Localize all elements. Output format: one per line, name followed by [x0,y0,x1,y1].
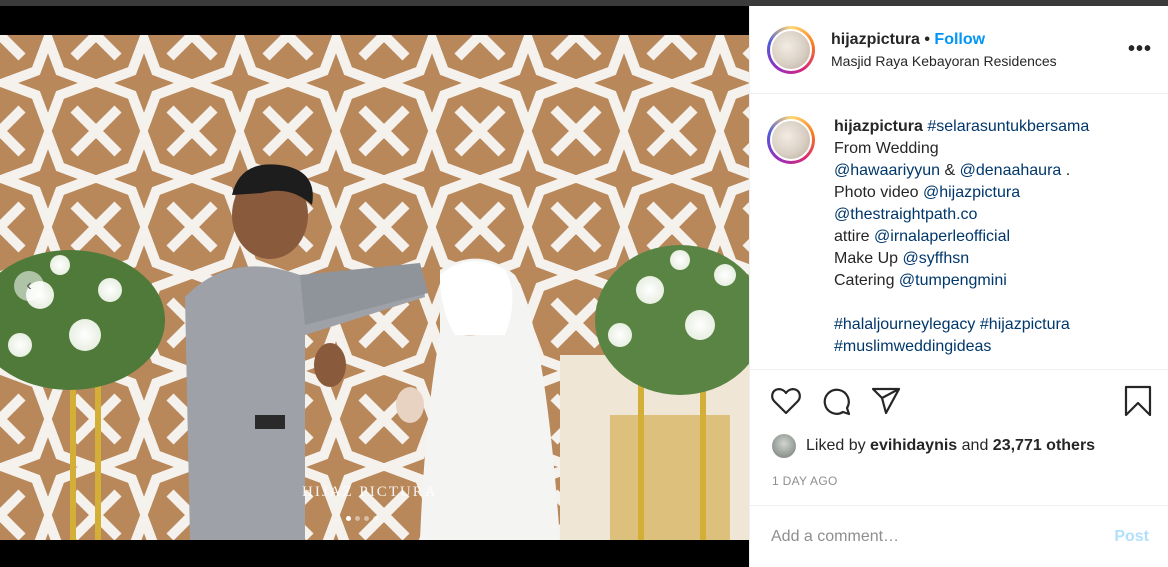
caption-line: Catering @tumpengmini [834,270,1089,292]
more-options-icon[interactable]: ••• [1128,38,1152,61]
caption-text-part: Photo video [834,184,923,201]
mention-link[interactable]: @syffhsn [902,250,969,267]
comment-button[interactable] [820,385,852,417]
caption-text-part: & [940,162,960,179]
carousel-dot [346,516,351,521]
caption-line: @thestraightpath.co [834,204,1089,226]
caption-line: #muslimweddingideas [834,336,1089,358]
caption-avatar[interactable] [770,119,812,161]
post-header: hijazpictura • Follow Masjid Raya Kebayo… [750,6,1168,94]
photo-watermark: HIJAZ PICTURA [302,484,438,500]
post-timestamp[interactable]: 1 DAY AGO [750,474,1168,488]
hashtag-link[interactable]: #hijazpictura [980,316,1070,333]
mention-link[interactable]: @hijazpictura [923,184,1020,201]
likes-middle: and [957,437,993,454]
comment-bar: Post [750,505,1168,567]
caption-text-part: . [1061,162,1071,179]
caption-first-line: hijazpictura #selarasuntukbersama [834,116,1089,138]
comment-icon [823,388,851,416]
carousel-prev-button[interactable]: ‹ [14,271,44,301]
post-photo [0,35,749,540]
chevron-left-icon: ‹ [26,277,32,294]
username-link[interactable]: hijazpictura [831,31,920,48]
mention-link[interactable]: @denaahaura [960,162,1062,179]
header-line: hijazpictura • Follow [831,31,1128,49]
heart-icon [771,388,801,415]
caption-line: attire @irnalaperleofficial [834,226,1089,248]
location-link[interactable]: Masjid Raya Kebayoran Residences [831,53,1128,69]
carousel-indicator [346,516,378,521]
liker-avatar[interactable] [772,434,796,458]
carousel-dot [364,516,369,521]
action-bar [750,370,1168,432]
mention-link[interactable]: @tumpengmini [899,272,1007,289]
likes-prefix: Liked by [806,437,871,454]
separator-dot: • [924,30,930,48]
wedding-photo-illustration [0,35,749,540]
liker-username[interactable]: evihidaynis [870,437,957,454]
caption-text: hijazpictura #selarasuntukbersama From W… [834,116,1089,369]
caption-line: From Wedding [834,140,939,157]
header-text: hijazpictura • Follow Masjid Raya Kebayo… [831,31,1128,69]
hashtag-link[interactable]: #muslimweddingideas [834,338,991,355]
mention-link[interactable]: @thestraightpath.co [834,206,977,223]
caption-text-part: Catering [834,272,899,289]
caption-line: Photo video @hijazpictura [834,182,1089,204]
caption-area: hijazpictura #selarasuntukbersama From W… [750,94,1168,370]
mention-link[interactable]: @irnalaperleofficial [874,228,1010,245]
like-button[interactable] [770,385,802,417]
carousel-dot [373,516,378,521]
likes-text: Liked by evihidaynis and 23,771 others [806,437,1095,455]
share-button[interactable] [870,385,902,417]
caption-username[interactable]: hijazpictura [834,118,923,135]
caption-text-part: attire [834,228,875,245]
avatar[interactable] [770,28,812,71]
hashtag-link[interactable]: #halaljourneylegacy [834,316,975,333]
comment-input[interactable] [771,527,1115,546]
story-ring[interactable] [767,25,815,74]
likes-row: Liked by evihidaynis and 23,771 others [750,432,1168,460]
caption-line: Make Up @syffhsn [834,248,1089,270]
likes-count-link[interactable]: 23,771 others [993,437,1095,454]
save-button[interactable] [1122,385,1154,417]
caption-line: #halaljourneylegacy #hijazpictura [834,314,1089,336]
post-side-panel: hijazpictura • Follow Masjid Raya Kebayo… [749,6,1168,567]
caption-text-part: Make Up [834,250,903,267]
carousel-dot [355,516,360,521]
caption-story-ring[interactable] [767,116,815,164]
caption-line: @hawaariyyun & @denaahaura . [834,160,1089,182]
hashtag-link[interactable]: #selarasuntukbersama [927,118,1089,135]
bookmark-icon [1124,385,1152,417]
post-comment-button[interactable]: Post [1114,528,1149,546]
post-media: ‹ HIJAZ PICTURA [0,6,749,567]
share-icon [871,387,901,415]
mention-link[interactable]: @hawaariyyun [834,162,940,179]
follow-button[interactable]: Follow [934,31,985,48]
